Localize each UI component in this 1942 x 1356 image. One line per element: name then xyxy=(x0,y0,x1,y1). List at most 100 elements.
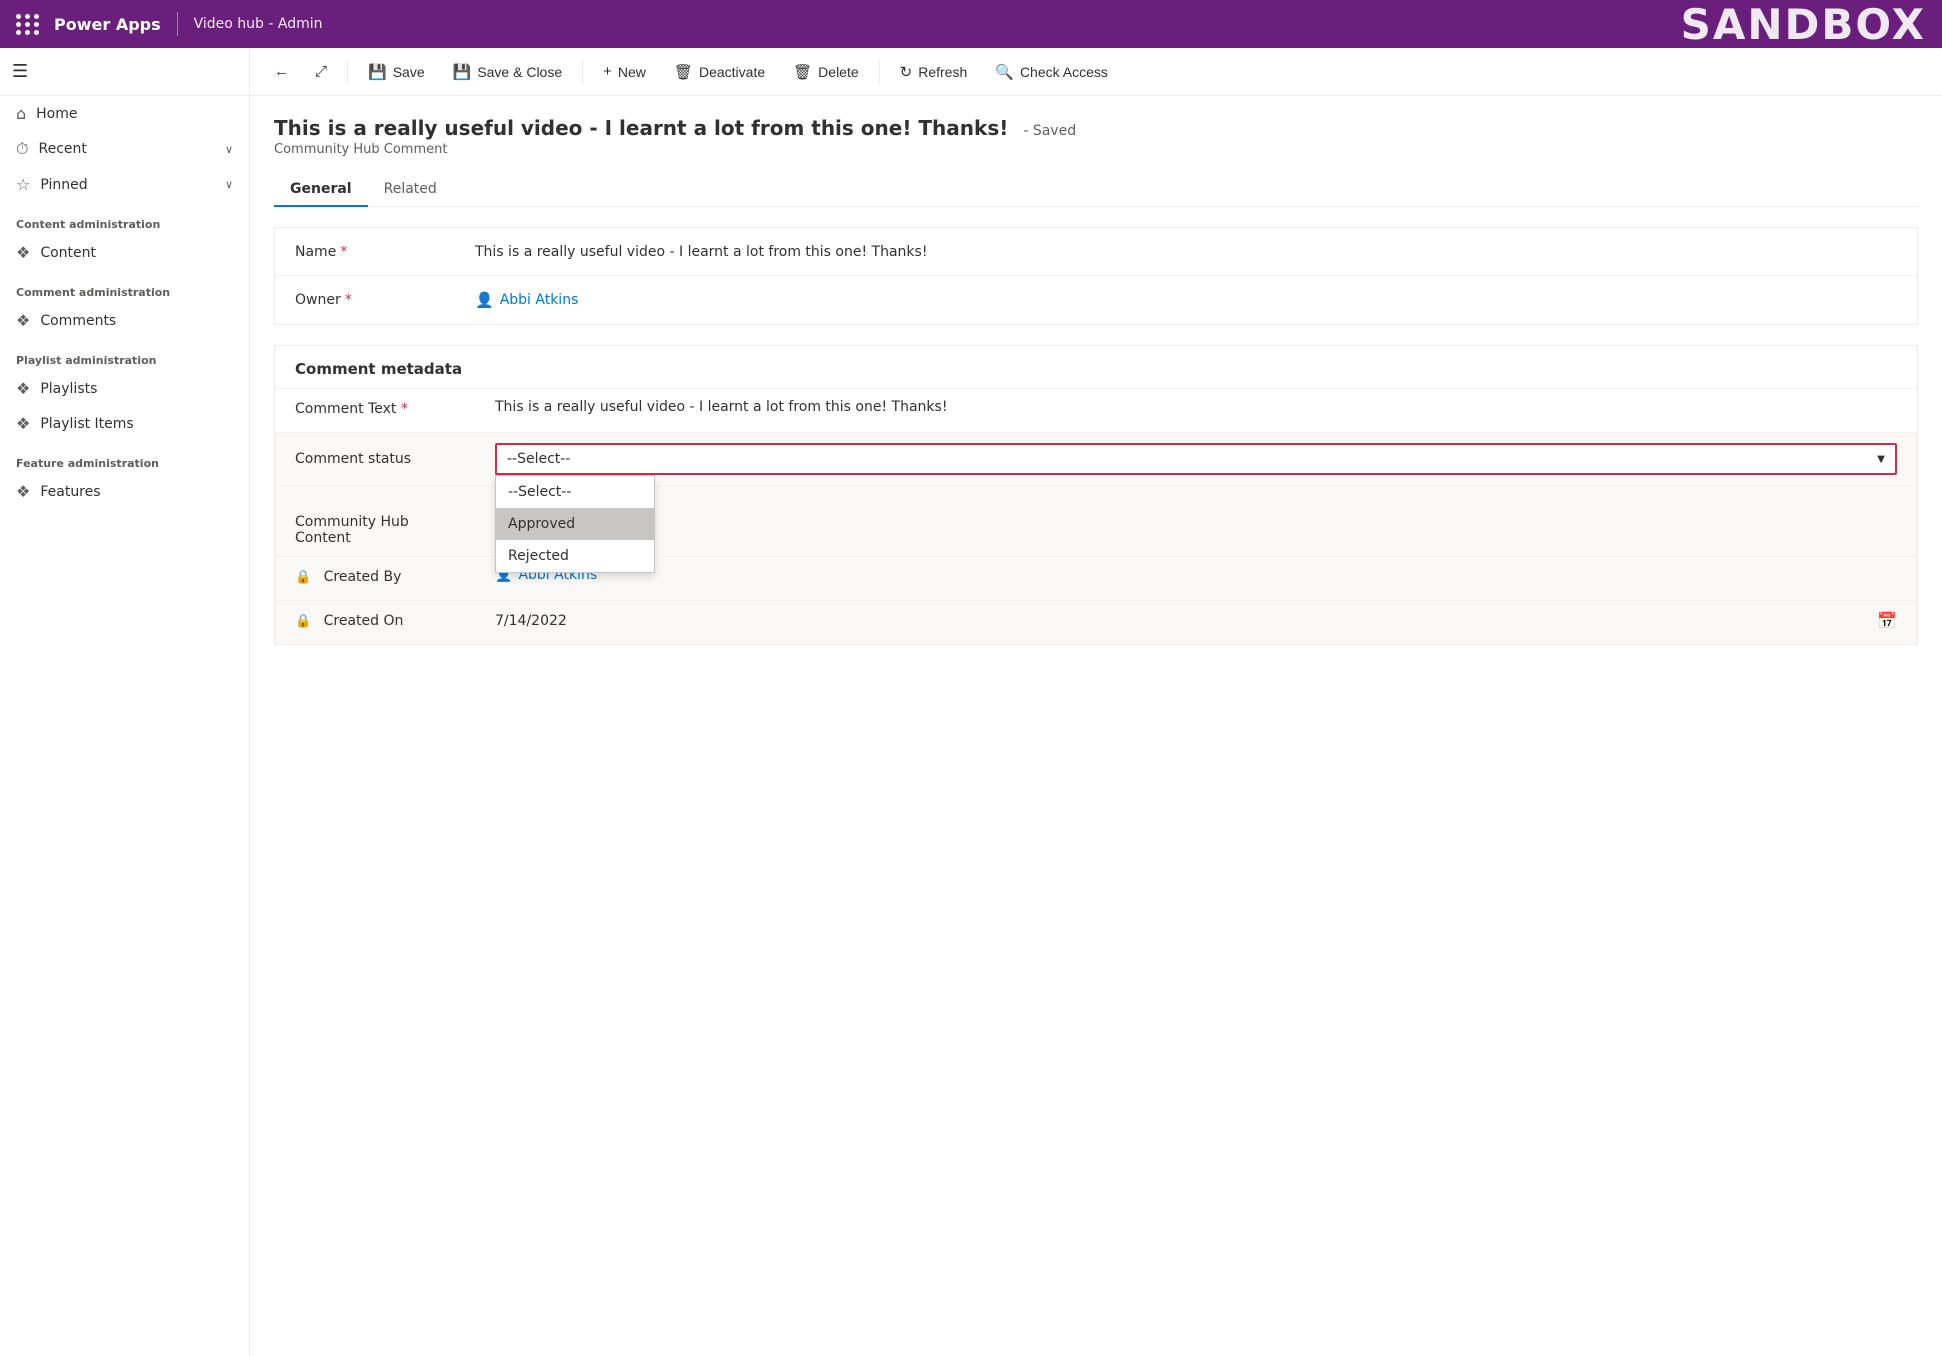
save-icon: 💾 xyxy=(368,63,387,81)
required-star: * xyxy=(340,244,347,260)
tabs: General Related xyxy=(274,173,1918,207)
save-close-button[interactable]: 💾 Save & Close xyxy=(441,57,575,87)
chevron-down-icon: ∨ xyxy=(225,143,233,156)
dropdown-chevron-icon: ▼ xyxy=(1877,454,1885,465)
lock-icon: 🔒 xyxy=(295,570,311,585)
sidebar-item-label: Home xyxy=(36,106,233,122)
sidebar-top: ☰ xyxy=(0,48,249,96)
created-by-value[interactable]: 👤 Abbi Atkins xyxy=(495,567,1897,583)
open-record-button[interactable]: ⤢ xyxy=(303,57,339,86)
page-title: This is a really useful video - I learnt… xyxy=(274,116,1918,140)
form-row-owner: Owner * 👤 Abbi Atkins xyxy=(275,276,1917,324)
main-layout: ☰ ⌂ Home ⏱ Recent ∨ ☆ Pinned ∨ Content a… xyxy=(0,48,1942,1356)
toolbar: ← ⤢ 💾 Save 💾 Save & Close + New 🗑 xyxy=(250,48,1942,96)
saved-badge: - Saved xyxy=(1023,123,1076,139)
metadata-row-created-on: 🔒 Created On 7/14/2022 📅 xyxy=(275,600,1917,644)
sidebar-item-content[interactable]: ❖ Content xyxy=(0,235,249,270)
deactivate-button[interactable]: 🗑 Deactivate xyxy=(662,57,777,87)
comment-status-dropdown[interactable]: --Select-- ▼ xyxy=(495,443,1897,475)
owner-label: Owner * xyxy=(295,292,475,308)
page-title-text: This is a really useful video - I learnt… xyxy=(274,116,1008,140)
new-button[interactable]: + New xyxy=(591,57,658,86)
comment-text-label: Comment Text * xyxy=(295,399,495,417)
sidebar-item-label: Playlist Items xyxy=(40,416,233,432)
app-name: Power Apps xyxy=(54,15,161,34)
toolbar-sep-1 xyxy=(347,60,348,84)
check-access-icon: 🔍 xyxy=(995,63,1014,81)
save-button[interactable]: 💾 Save xyxy=(356,57,437,87)
main-form-section: Name * This is a really useful video - I… xyxy=(274,227,1918,325)
comments-icon: ❖ xyxy=(16,311,30,330)
sidebar-item-recent[interactable]: ⏱ Recent ∨ xyxy=(0,131,249,167)
back-button[interactable]: ← xyxy=(262,57,301,86)
comment-status-value: --Select-- ▼ --Select-- Approved Rejecte… xyxy=(495,443,1897,475)
toolbar-sep-2 xyxy=(582,60,583,84)
sidebar-item-features[interactable]: ❖ Features xyxy=(0,474,249,509)
sidebar-section-playlist-admin: Playlist administration xyxy=(0,338,249,371)
sidebar: ☰ ⌂ Home ⏱ Recent ∨ ☆ Pinned ∨ Content a… xyxy=(0,48,250,1356)
created-on-label: 🔒 Created On xyxy=(295,611,495,629)
name-value: This is a really useful video - I learnt… xyxy=(475,244,1897,260)
refresh-icon: ↻ xyxy=(900,63,913,81)
app-subtitle: Video hub - Admin xyxy=(194,16,323,32)
playlist-items-icon: ❖ xyxy=(16,414,30,433)
sidebar-item-label: Playlists xyxy=(40,381,233,397)
open-icon: ⤢ xyxy=(315,63,327,80)
required-star: * xyxy=(345,292,352,308)
toolbar-sep-3 xyxy=(879,60,880,84)
dropdown-option-rejected[interactable]: Rejected xyxy=(496,540,654,572)
sidebar-item-home[interactable]: ⌂ Home xyxy=(0,96,249,131)
page-content: This is a really useful video - I learnt… xyxy=(250,96,1942,1356)
name-label: Name * xyxy=(295,244,475,260)
save-close-icon: 💾 xyxy=(453,63,472,81)
app-grid-icon[interactable] xyxy=(16,14,40,35)
recent-icon: ⏱ xyxy=(16,139,28,159)
dropdown-menu: --Select-- Approved Rejected xyxy=(495,475,655,573)
content-icon: ❖ xyxy=(16,243,30,262)
content-area: ← ⤢ 💾 Save 💾 Save & Close + New 🗑 xyxy=(250,48,1942,1356)
refresh-button[interactable]: ↻ Refresh xyxy=(888,57,980,87)
pin-icon: ☆ xyxy=(16,175,30,194)
toolbar-nav: ← ⤢ xyxy=(262,57,339,86)
tab-general[interactable]: General xyxy=(274,173,368,207)
deactivate-icon: 🗑 xyxy=(674,63,693,81)
lock-icon: 🔒 xyxy=(295,614,311,629)
top-bar-separator xyxy=(177,12,178,36)
dropdown-current-value: --Select-- xyxy=(507,451,570,467)
metadata-section: Comment metadata Comment Text * This is … xyxy=(274,345,1918,645)
metadata-row-comment-status: Comment status --Select-- ▼ --Select-- A… xyxy=(275,432,1917,485)
delete-icon: 🗑 xyxy=(793,63,812,81)
page-subtitle: Community Hub Comment xyxy=(274,142,1918,157)
created-by-label: 🔒 Created By xyxy=(295,567,495,585)
delete-button[interactable]: 🗑 Delete xyxy=(781,57,871,87)
comment-status-label: Comment status xyxy=(295,443,495,467)
dropdown-option-approved[interactable]: Approved xyxy=(496,508,654,540)
owner-value[interactable]: 👤 Abbi Atkins xyxy=(475,291,1897,309)
sidebar-section-content-admin: Content administration xyxy=(0,202,249,235)
sidebar-item-pinned[interactable]: ☆ Pinned ∨ xyxy=(0,167,249,202)
sidebar-item-playlist-items[interactable]: ❖ Playlist Items xyxy=(0,406,249,441)
features-icon: ❖ xyxy=(16,482,30,501)
sidebar-item-comments[interactable]: ❖ Comments xyxy=(0,303,249,338)
person-icon: 👤 xyxy=(475,291,494,309)
sidebar-item-label: Content xyxy=(40,245,233,261)
new-icon: + xyxy=(603,63,612,80)
tab-related[interactable]: Related xyxy=(368,173,453,207)
community-hub-label: Community Hub Content xyxy=(295,496,495,546)
sidebar-item-label: Features xyxy=(40,484,233,500)
hamburger-icon[interactable]: ☰ xyxy=(12,61,28,82)
sidebar-item-label: Pinned xyxy=(40,177,215,193)
check-access-button[interactable]: 🔍 Check Access xyxy=(983,57,1120,87)
dropdown-container: --Select-- ▼ --Select-- Approved Rejecte… xyxy=(495,443,1897,475)
playlists-icon: ❖ xyxy=(16,379,30,398)
sidebar-item-playlists[interactable]: ❖ Playlists xyxy=(0,371,249,406)
sidebar-section-comment-admin: Comment administration xyxy=(0,270,249,303)
back-icon: ← xyxy=(274,63,289,80)
dropdown-option-select[interactable]: --Select-- xyxy=(496,476,654,508)
metadata-row-comment-text: Comment Text * This is a really useful v… xyxy=(275,388,1917,432)
chevron-down-icon: ∨ xyxy=(225,178,233,191)
home-icon: ⌂ xyxy=(16,104,26,123)
sidebar-item-label: Comments xyxy=(40,313,233,329)
metadata-title: Comment metadata xyxy=(275,346,1917,388)
calendar-icon[interactable]: 📅 xyxy=(1877,611,1897,630)
